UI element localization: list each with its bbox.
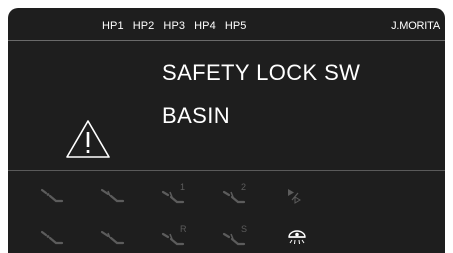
memory-1-label: 1 bbox=[180, 182, 186, 192]
spray-label: S bbox=[241, 224, 248, 234]
tab-hp3[interactable]: HP3 bbox=[163, 20, 185, 33]
reverse-label: R bbox=[180, 224, 187, 234]
tab-hp1[interactable]: HP1 bbox=[102, 20, 124, 33]
play-step-icon[interactable] bbox=[280, 184, 314, 208]
handpiece-4-icon[interactable] bbox=[96, 226, 130, 250]
memory-2-label: 2 bbox=[241, 182, 247, 192]
header-divider bbox=[8, 40, 445, 41]
alert-message-line-2: BASIN bbox=[162, 103, 231, 128]
handpiece-1-icon[interactable] bbox=[36, 184, 70, 208]
handpiece-3-icon[interactable] bbox=[36, 226, 70, 250]
tab-hp4[interactable]: HP4 bbox=[194, 20, 216, 33]
top-bar: HP1 HP2 HP3 HP4 HP5 J.MORITA bbox=[8, 8, 445, 42]
control-panel-screen: HP1 HP2 HP3 HP4 HP5 J.MORITA SAFETY LOCK… bbox=[8, 8, 445, 253]
handpiece-memory-2-icon[interactable] bbox=[219, 184, 253, 208]
operating-light-icon[interactable] bbox=[280, 226, 314, 250]
tab-hp5[interactable]: HP5 bbox=[225, 20, 247, 33]
handpiece-tabs: HP1 HP2 HP3 HP4 HP5 bbox=[102, 20, 256, 33]
warning-triangle-icon bbox=[64, 118, 112, 160]
handpiece-memory-1-icon[interactable] bbox=[158, 184, 192, 208]
tab-hp2[interactable]: HP2 bbox=[133, 20, 155, 33]
toolbar-divider bbox=[8, 170, 445, 171]
brand-label: J.MORITA bbox=[391, 20, 440, 32]
alert-message-line-1: SAFETY LOCK SW bbox=[162, 60, 361, 85]
handpiece-spray-icon[interactable] bbox=[219, 226, 253, 250]
handpiece-2-icon[interactable] bbox=[96, 184, 130, 208]
